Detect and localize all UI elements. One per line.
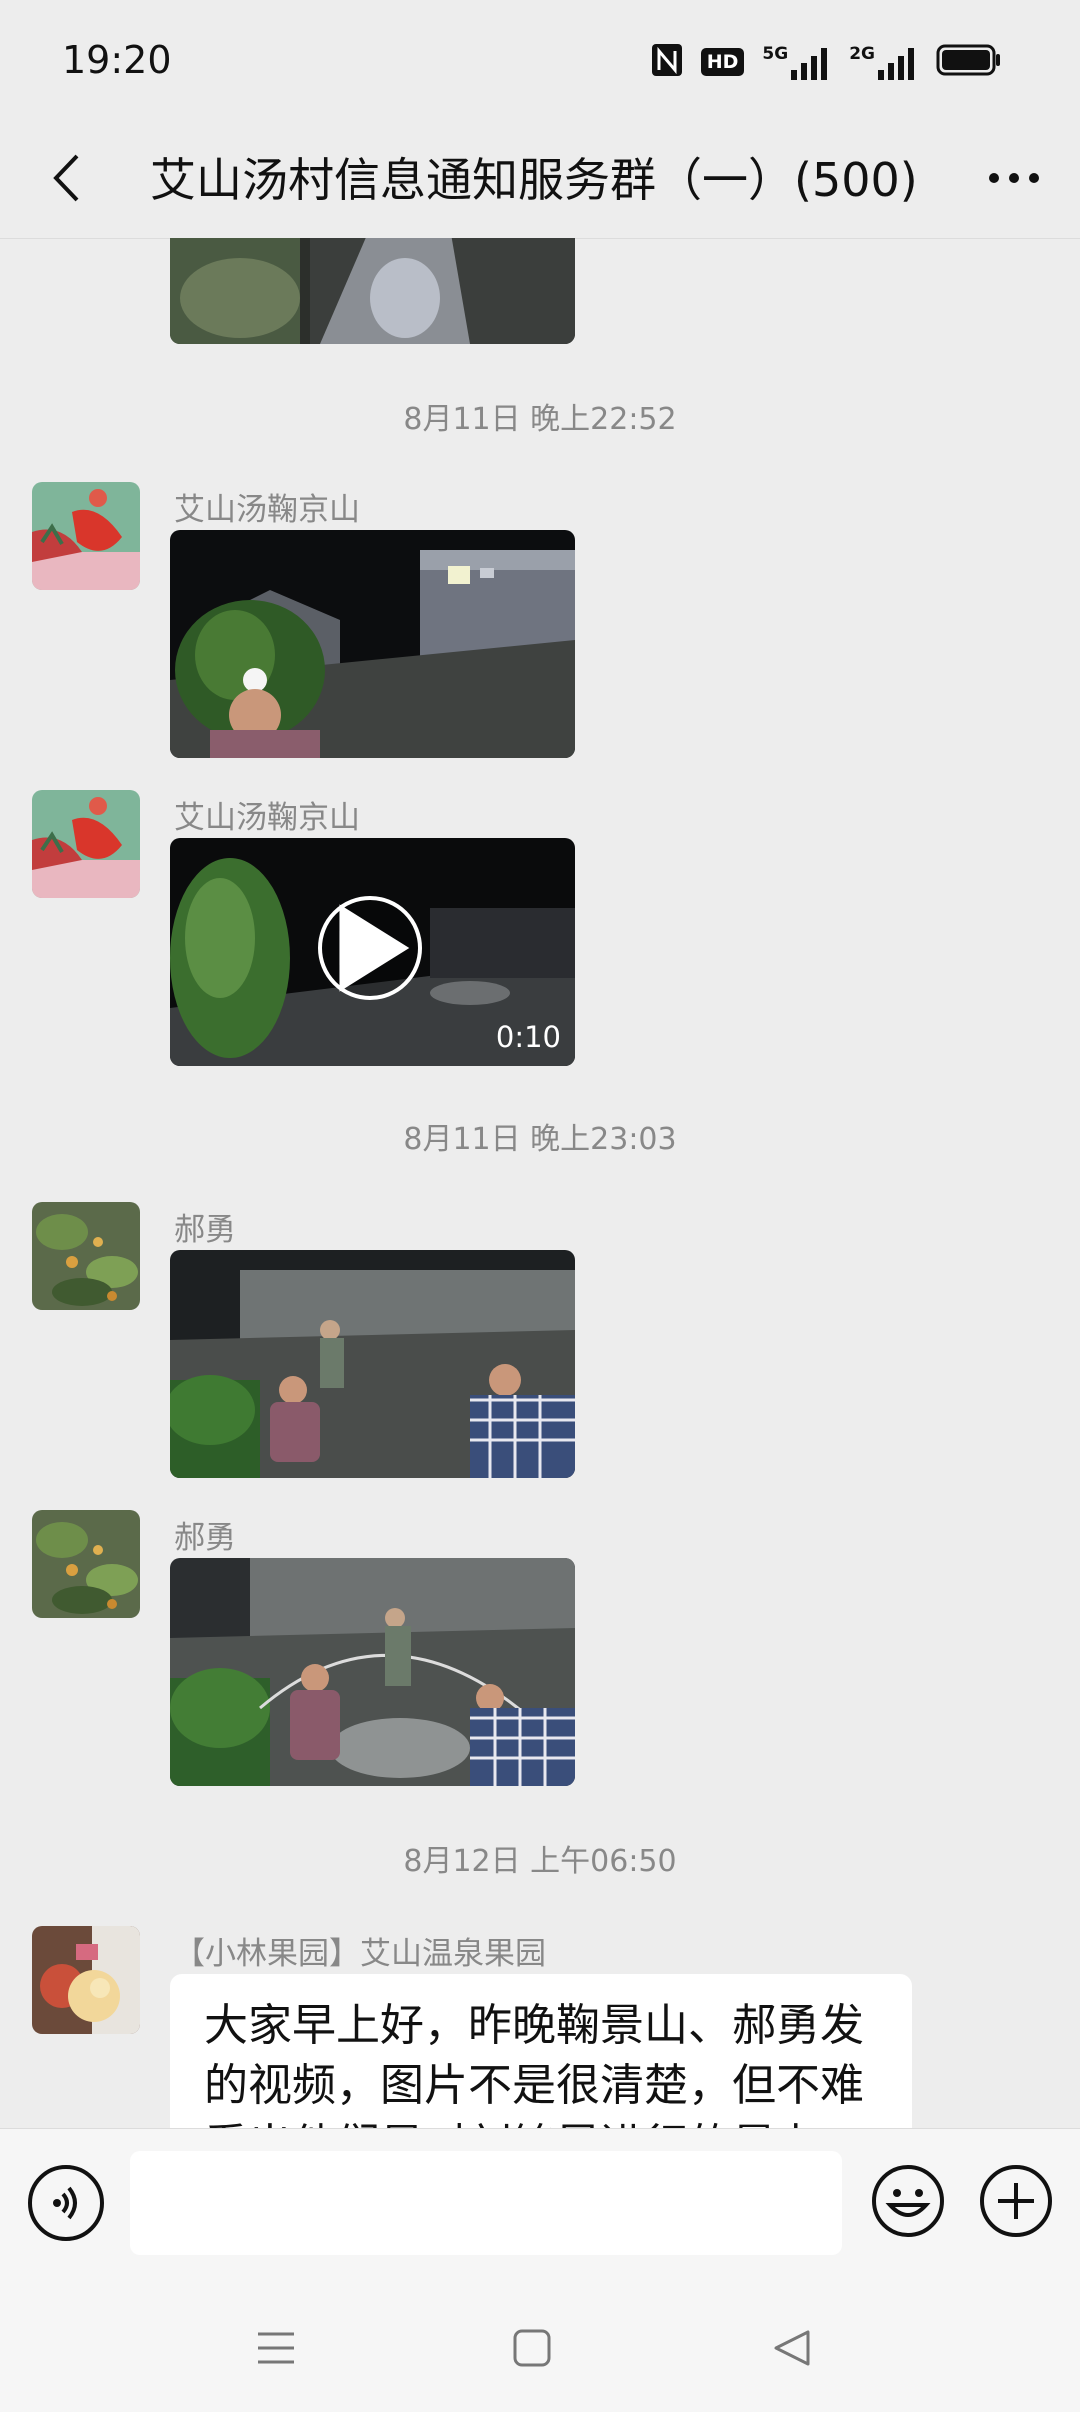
input-bar xyxy=(0,2128,1080,2279)
play-icon xyxy=(339,904,410,992)
avatar[interactable] xyxy=(32,1926,140,2034)
timestamp: 8月12日 上午06:50 xyxy=(403,1844,677,1879)
5g-signal-icon: 5G xyxy=(762,44,831,80)
play-button[interactable] xyxy=(318,896,422,1000)
sender-name: 郝勇 xyxy=(174,1520,236,1556)
back-button[interactable] xyxy=(30,142,102,214)
video-duration: 0:10 xyxy=(495,1020,561,1054)
avatar[interactable] xyxy=(32,790,140,898)
home-icon xyxy=(513,2329,551,2367)
avatar[interactable] xyxy=(32,1202,140,1310)
back-triangle-icon xyxy=(774,2330,810,2366)
avatar[interactable] xyxy=(32,482,140,590)
battery-icon xyxy=(936,44,1002,80)
sender-name: 郝勇 xyxy=(174,1212,236,1248)
sender-name: 艾山汤鞠京山 xyxy=(174,800,360,836)
home-button[interactable] xyxy=(502,2318,562,2378)
system-nav-bar xyxy=(0,2278,1080,2412)
image-message[interactable] xyxy=(170,238,575,344)
video-message[interactable]: 0:10 xyxy=(170,838,575,1066)
more-button[interactable] xyxy=(978,142,1050,214)
more-dots-icon xyxy=(989,173,1039,183)
nfc-icon xyxy=(651,43,683,81)
sender-name: 【小林果园】艾山温泉果园 xyxy=(174,1936,546,1972)
timestamp: 8月11日 晚上23:03 xyxy=(403,1122,677,1157)
nav-back-button[interactable] xyxy=(762,2318,822,2378)
timestamp: 8月11日 晚上22:52 xyxy=(403,402,677,437)
status-bar: 19:20 HD 5G 2G xyxy=(0,0,1080,120)
message-text: 大家早上好，昨晚鞠景山、郝勇发的视频，图片不是很清楚，但不难看出他们是对刘铭昆进… xyxy=(204,2000,864,2128)
voice-icon xyxy=(53,2186,77,2220)
sender-name: 艾山汤鞠京山 xyxy=(174,492,360,528)
status-time: 19:20 xyxy=(62,38,172,82)
voice-button[interactable] xyxy=(28,2165,104,2241)
menu-icon xyxy=(258,2332,294,2364)
emoji-icon xyxy=(872,2165,944,2237)
recents-button[interactable] xyxy=(246,2318,306,2378)
status-icons: HD 5G 2G xyxy=(651,40,1002,84)
chevron-left-icon xyxy=(53,154,79,202)
2g-signal-icon: 2G xyxy=(849,44,918,80)
hd-icon: HD xyxy=(700,48,745,76)
text-message-bubble[interactable]: 大家早上好，昨晚鞠景山、郝勇发的视频，图片不是很清楚，但不难看出他们是对刘铭昆进… xyxy=(170,1974,912,2128)
avatar[interactable] xyxy=(32,1510,140,1618)
more-actions-button[interactable] xyxy=(978,2163,1054,2239)
plus-icon xyxy=(980,2165,1052,2237)
chat-title: 艾山汤村信息通知服务群（一）(500) xyxy=(150,153,918,207)
message-input[interactable] xyxy=(130,2151,842,2255)
message-list[interactable]: 8月11日 晚上22:52 艾山汤鞠京山 艾山汤鞠京山 0:10 8月11日 晚… xyxy=(0,238,1080,2128)
image-message[interactable] xyxy=(170,1558,575,1786)
emoji-button[interactable] xyxy=(870,2163,946,2239)
chat-header: 艾山汤村信息通知服务群（一）(500) xyxy=(0,120,1080,239)
image-message[interactable] xyxy=(170,1250,575,1478)
image-message[interactable] xyxy=(170,530,575,758)
